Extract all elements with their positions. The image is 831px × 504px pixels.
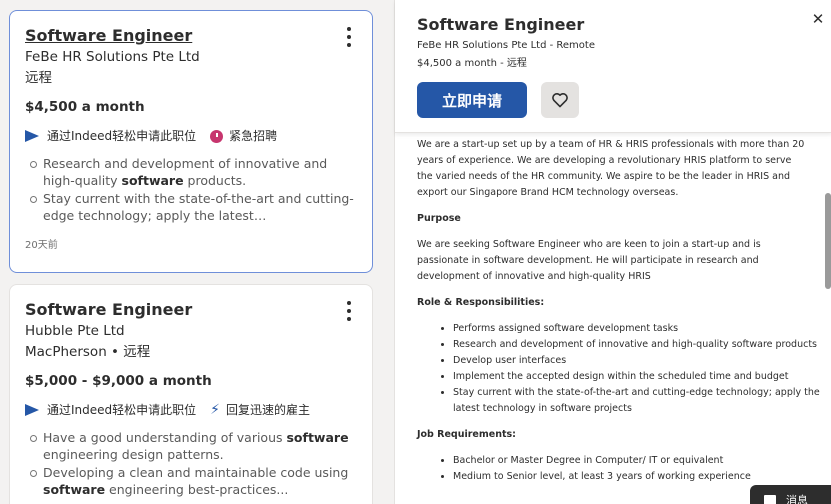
list-item: Research and development of innovative a… <box>453 337 827 353</box>
detail-salary-line: $4,500 a month - 远程 <box>417 58 527 69</box>
message-icon <box>764 495 776 504</box>
responsive-employer-label: 回复迅速的雇主 <box>226 403 311 417</box>
send-arrow-icon <box>25 404 39 416</box>
close-icon[interactable]: ✕ <box>810 10 826 28</box>
messages-button[interactable]: 消息 <box>750 485 831 504</box>
list-item: Research and development of innovative a… <box>27 155 357 189</box>
intro-paragraph: We are a start-up set up by a team of HR… <box>417 139 805 198</box>
list-item: Have a good understanding of various sof… <box>27 429 357 463</box>
salary: $5,000 - $9,000 a month <box>25 373 212 389</box>
job-title[interactable]: Software Engineer <box>25 299 357 321</box>
easy-apply-tag: 通过Indeed轻松申请此职位 <box>25 127 196 145</box>
detail-job-title: Software Engineer <box>417 15 585 34</box>
list-item: Performs assigned software development t… <box>453 321 827 337</box>
heart-icon <box>552 93 568 108</box>
urgent-label: 紧急招聘 <box>229 129 278 143</box>
job-title[interactable]: Software Engineer <box>25 25 357 47</box>
job-card[interactable]: Software Engineer Hubble Pte Ltd MacPher… <box>9 284 373 504</box>
list-item: Stay current with the state-of-the-art a… <box>453 385 827 417</box>
roles-heading: Role & Responsibilities: <box>417 297 545 308</box>
messages-label: 消息 <box>786 494 808 504</box>
list-item: Developing a clean and maintainable code… <box>27 464 357 498</box>
send-arrow-icon <box>25 130 39 142</box>
job-snippet: Research and development of innovative a… <box>25 155 357 224</box>
job-detail-panel: Software Engineer ✕ FeBe HR Solutions Pt… <box>394 0 831 504</box>
requirements-heading: Job Requirements: <box>417 429 516 440</box>
detail-company-line[interactable]: FeBe HR Solutions Pte Ltd - Remote <box>417 38 831 54</box>
easy-apply-label: 通过Indeed轻松申请此职位 <box>47 403 197 417</box>
job-tags: 通过Indeed轻松申请此职位 紧急招聘 <box>25 127 357 145</box>
list-item: Medium to Senior level, at least 3 years… <box>453 469 827 485</box>
job-detail-header: Software Engineer ✕ FeBe HR Solutions Pt… <box>395 0 831 133</box>
job-location: 远程 <box>25 70 52 86</box>
apply-now-button[interactable]: 立即申请 <box>417 82 527 118</box>
urgent-tag: 紧急招聘 <box>210 127 277 145</box>
responsive-employer-tag: ⚡ 回复迅速的雇主 <box>210 401 310 419</box>
purpose-paragraph: We are seeking Software Engineer who are… <box>417 239 761 282</box>
more-options-icon[interactable] <box>342 27 356 47</box>
company-name: FeBe HR Solutions Pte Ltd <box>25 49 200 65</box>
roles-list: Performs assigned software development t… <box>417 321 827 417</box>
list-item: Stay current with the state-of-the-art a… <box>27 190 357 224</box>
more-options-icon[interactable] <box>342 301 356 321</box>
job-snippet: Have a good understanding of various sof… <box>25 429 357 498</box>
job-location: MacPherson • 远程 <box>25 344 151 360</box>
job-description: We are a start-up set up by a team of HR… <box>395 134 831 504</box>
easy-apply-label: 通过Indeed轻松申请此职位 <box>47 129 197 143</box>
posted-date: 20天前 <box>25 240 58 251</box>
job-tags: 通过Indeed轻松申请此职位 ⚡ 回复迅速的雇主 <box>25 401 357 419</box>
purpose-heading: Purpose <box>417 213 461 224</box>
save-job-button[interactable] <box>541 82 579 118</box>
detail-scrollbar[interactable] <box>825 193 831 289</box>
job-card[interactable]: Software Engineer FeBe HR Solutions Pte … <box>9 10 373 273</box>
clock-icon <box>210 129 224 143</box>
detail-actions: 立即申请 <box>417 82 831 118</box>
salary: $4,500 a month <box>25 99 145 115</box>
list-item: Bachelor or Master Degree in Computer/ I… <box>453 453 827 469</box>
list-item: Develop user interfaces <box>453 353 827 369</box>
lightning-icon: ⚡ <box>210 402 220 418</box>
job-search-page: Software Engineer FeBe HR Solutions Pte … <box>0 0 831 504</box>
company-name: Hubble Pte Ltd <box>25 323 125 339</box>
list-item: Implement the accepted design within the… <box>453 369 827 385</box>
easy-apply-tag: 通过Indeed轻松申请此职位 <box>25 401 196 419</box>
requirements-list: Bachelor or Master Degree in Computer/ I… <box>417 453 827 485</box>
